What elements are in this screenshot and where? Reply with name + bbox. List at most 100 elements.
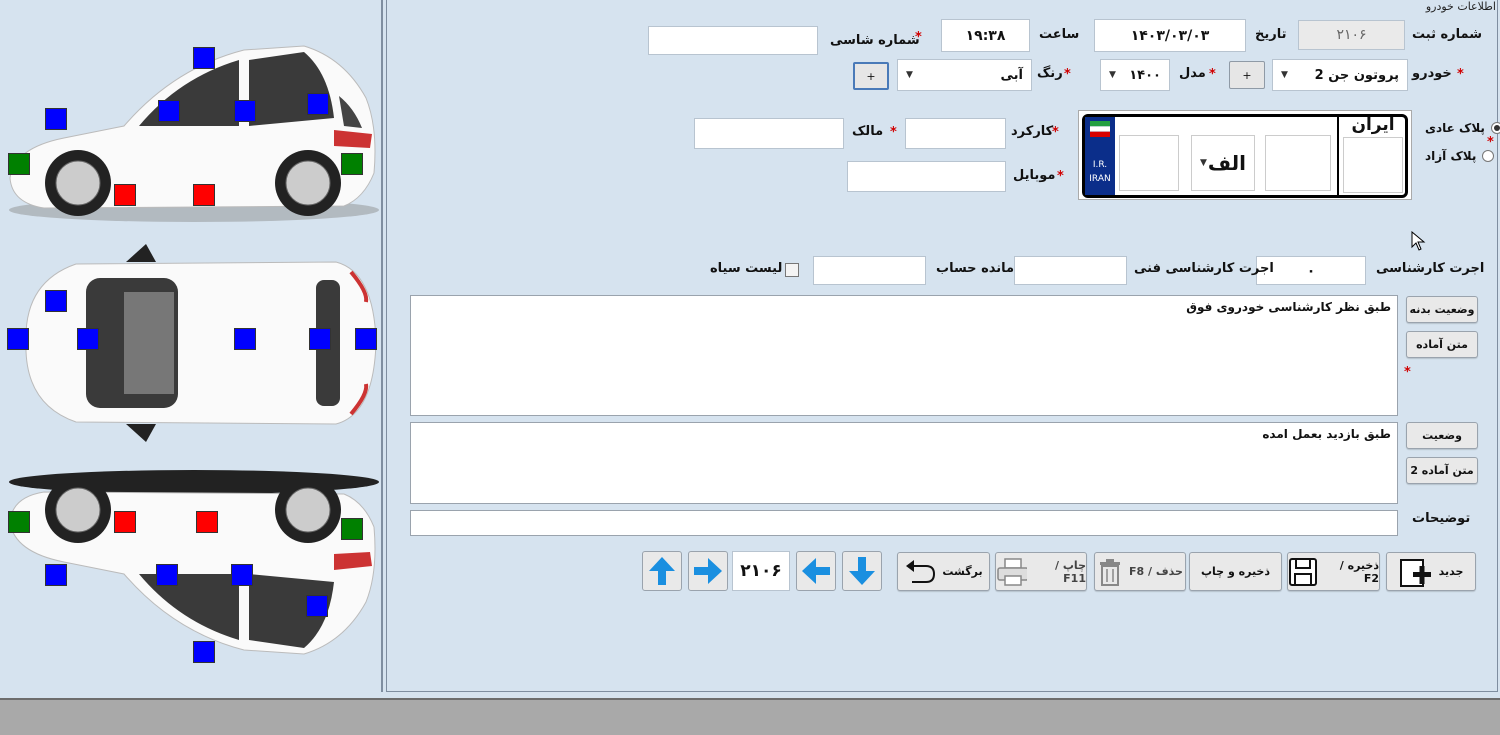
date-label: تاریخ	[1255, 27, 1287, 42]
damage-marker-b-front-door[interactable]	[156, 564, 178, 586]
license-plate: I.R. IRAN الف ▼ ایران	[1078, 110, 1412, 200]
chevron-down-icon: ▼	[906, 70, 913, 80]
plate-country-code: I.R. IRAN	[1089, 160, 1111, 184]
car-label: خودرو	[1412, 66, 1452, 81]
print-button[interactable]: چاپ / F11	[995, 552, 1087, 591]
record-number-field[interactable]: ۲۱۰۶	[732, 551, 790, 591]
tech-fee-label: اجرت کارشناسی فنی	[1134, 261, 1274, 276]
plate-letter-combo[interactable]: الف ▼	[1191, 135, 1255, 191]
model-combo[interactable]: ۱۴۰۰ ▼	[1100, 59, 1170, 91]
body-status-button[interactable]: وضعیت بدنه	[1406, 296, 1478, 323]
damage-marker-front-bumper[interactable]	[8, 153, 30, 175]
damage-marker-sill-front[interactable]	[114, 184, 136, 206]
add-color-button[interactable]: +	[853, 62, 889, 90]
chevron-down-icon: ▼	[1281, 70, 1288, 80]
plate-normal-label: پلاک عادی	[1425, 121, 1485, 135]
color-label: رنگ	[1037, 66, 1063, 81]
radio-free-plate[interactable]	[1482, 150, 1495, 162]
damage-marker-sill-rear[interactable]	[193, 184, 215, 206]
required-mark: *	[1057, 169, 1064, 184]
save-label: ذخیره / F2	[1339, 558, 1379, 585]
damage-marker-roof[interactable]	[193, 47, 215, 69]
plate-two-digits[interactable]	[1119, 135, 1179, 191]
chassis-label: شماره شاسی	[830, 33, 920, 48]
new-label: جدید	[1438, 565, 1464, 578]
mobile-label: موبایل	[1013, 168, 1056, 183]
first-record-button[interactable]	[642, 551, 682, 591]
damage-marker-b-sill-front[interactable]	[114, 511, 136, 533]
notes-field[interactable]	[410, 510, 1398, 536]
damage-marker-top-hood[interactable]	[45, 290, 67, 312]
delete-button[interactable]: حذف / F8	[1094, 552, 1186, 591]
last-record-button[interactable]	[842, 551, 882, 591]
damage-marker-rear-bumper[interactable]	[341, 153, 363, 175]
required-mark: *	[1404, 365, 1411, 380]
required-mark: *	[890, 125, 897, 140]
damage-marker-b-hood[interactable]	[45, 564, 67, 586]
plate-country-strip: I.R. IRAN	[1085, 117, 1115, 195]
required-mark: *	[1487, 135, 1494, 150]
mileage-field[interactable]	[905, 118, 1006, 149]
damage-marker-b-rear-bumper[interactable]	[341, 518, 363, 540]
next-record-button[interactable]	[688, 551, 728, 591]
owner-label: مالک	[852, 124, 884, 139]
damage-marker-rear-quarter[interactable]	[307, 93, 329, 115]
add-car-button[interactable]: +	[1229, 61, 1265, 89]
blacklist-checkbox[interactable]	[785, 263, 799, 277]
body-status-textarea[interactable]: طبق نظر کارشناسی خودروی فوق	[410, 295, 1398, 416]
tech-fee-field[interactable]	[1014, 256, 1127, 285]
balance-field[interactable]	[813, 256, 926, 285]
owner-field[interactable]	[694, 118, 844, 149]
time-label: ساعت	[1039, 27, 1080, 42]
damage-marker-b-roof[interactable]	[193, 641, 215, 663]
damage-marker-top-rear-glass[interactable]	[309, 328, 331, 350]
previous-record-button[interactable]	[796, 551, 836, 591]
damage-marker-b-sill-rear[interactable]	[196, 511, 218, 533]
damage-marker-front-door[interactable]	[158, 100, 180, 122]
chassis-field[interactable]	[648, 26, 818, 55]
plate-region-code[interactable]	[1343, 137, 1403, 193]
reg-no-field[interactable]: ۲۱۰۶	[1298, 20, 1405, 50]
damage-marker-b-front-bumper[interactable]	[8, 511, 30, 533]
chevron-down-icon: ▼	[1109, 70, 1116, 80]
preset-text-button[interactable]: متن آماده	[1406, 331, 1478, 358]
preset-text-2-button[interactable]: متن آماده 2	[1406, 457, 1478, 484]
plate-normal-option[interactable]: پلاک عادی	[1425, 121, 1500, 135]
damage-marker-top-trunk[interactable]	[355, 328, 377, 350]
car-diagram-panel	[0, 0, 383, 692]
model-label: مدل	[1179, 66, 1206, 81]
inspection-fee-label: اجرت کارشناسی	[1376, 261, 1485, 276]
radio-normal-plate[interactable]	[1490, 122, 1500, 134]
save-print-button[interactable]: ذخیره و چاپ	[1189, 552, 1282, 591]
damage-marker-b-rear-quarter[interactable]	[306, 595, 328, 617]
undo-arrow-icon	[906, 559, 936, 583]
delete-label: حذف / F8	[1129, 565, 1183, 578]
arrow-left-icon	[802, 558, 830, 584]
damage-marker-b-rear-door[interactable]	[231, 564, 253, 586]
plate-three-digits[interactable]	[1265, 135, 1331, 191]
iran-flag-icon	[1090, 121, 1110, 137]
plate-iran-word: ایران	[1351, 115, 1395, 135]
damage-marker-top-front[interactable]	[7, 328, 29, 350]
time-field[interactable]: ۱۹:۳۸	[941, 19, 1030, 52]
trash-icon	[1100, 558, 1121, 586]
car-combo[interactable]: پروتون جن 2 ▼	[1272, 59, 1408, 91]
blacklist-label: لیست سیاه	[710, 261, 783, 276]
back-label: برگشت	[942, 565, 983, 578]
status-textarea[interactable]: طبق بازدید بعمل امده	[410, 422, 1398, 504]
plate-free-option[interactable]: پلاک آزاد	[1425, 149, 1495, 163]
plate-free-label: پلاک آزاد	[1425, 149, 1477, 163]
new-button[interactable]: جدید	[1386, 552, 1476, 591]
damage-marker-rear-door[interactable]	[234, 100, 256, 122]
damage-marker-hood[interactable]	[45, 108, 67, 130]
balance-label: مانده حساب	[936, 261, 1015, 276]
save-button[interactable]: ذخیره / F2	[1287, 552, 1380, 591]
mobile-field[interactable]	[847, 161, 1006, 192]
color-combo[interactable]: آبی ▼	[897, 59, 1032, 91]
damage-marker-top-roof[interactable]	[234, 328, 256, 350]
plate-letter-value: الف	[1207, 151, 1246, 175]
back-button[interactable]: برگشت	[897, 552, 990, 591]
status-button[interactable]: وضعیت	[1406, 422, 1478, 449]
date-field[interactable]: ۱۴۰۳/۰۳/۰۳	[1094, 19, 1246, 52]
damage-marker-top-windshield[interactable]	[77, 328, 99, 350]
